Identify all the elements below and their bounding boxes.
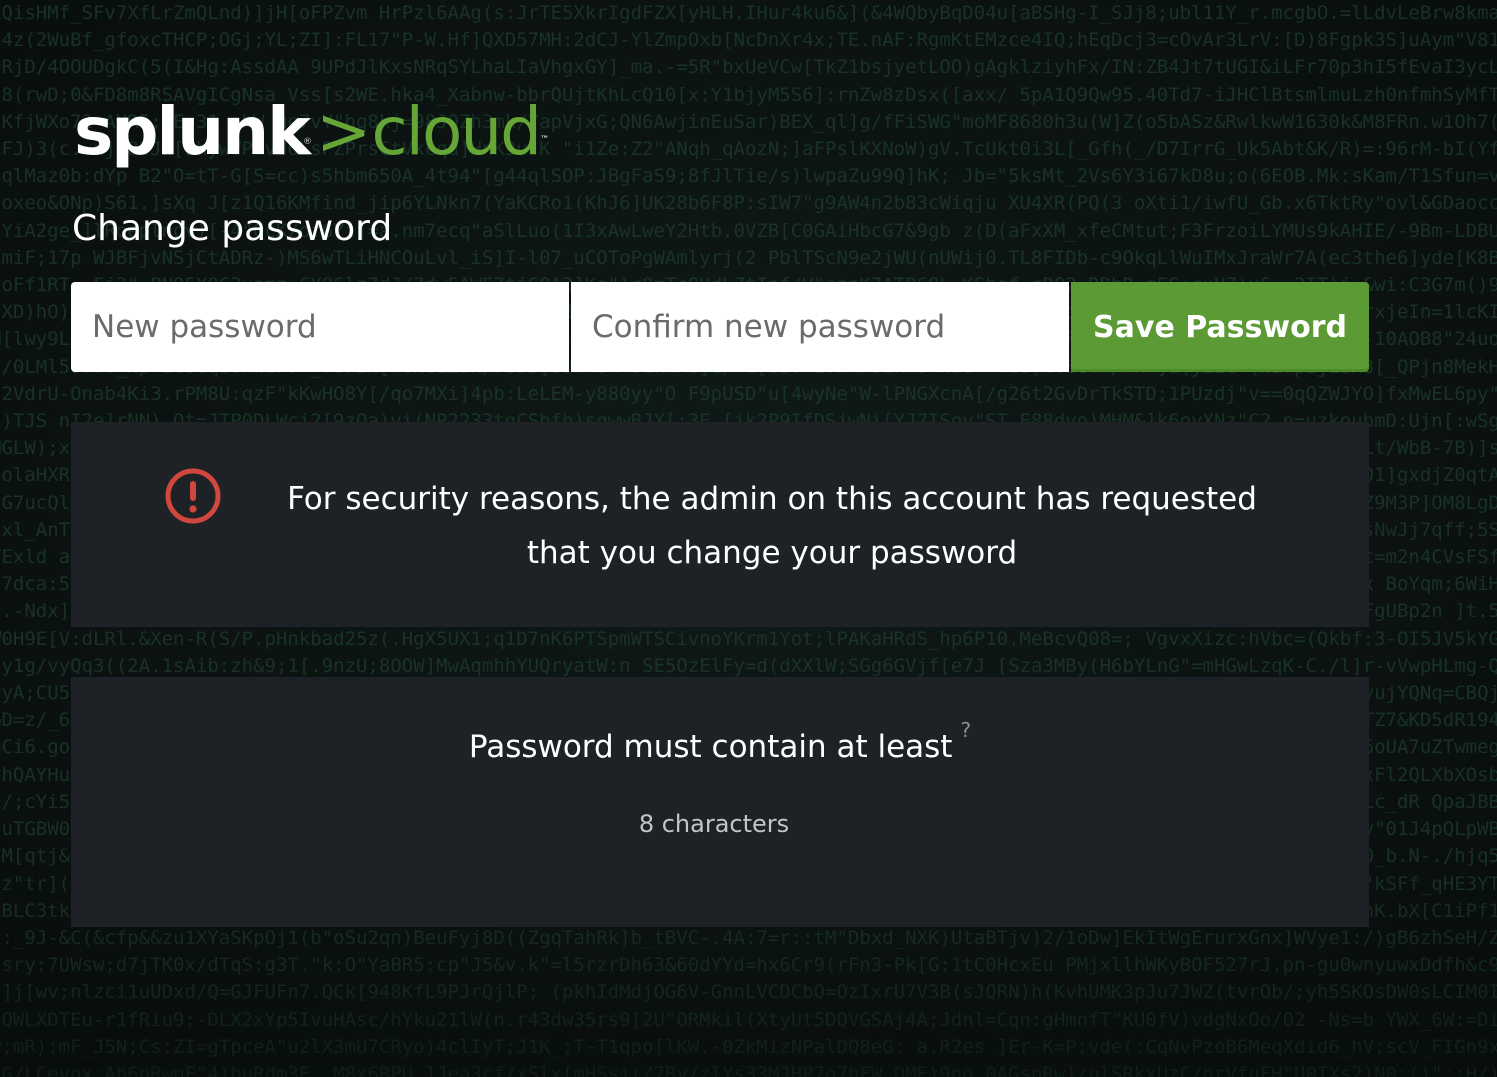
logo-registered-mark: ® bbox=[303, 137, 313, 147]
logo-product: cloud bbox=[371, 93, 542, 170]
logo-brand: splunk bbox=[74, 93, 311, 170]
exclamation-circle-icon bbox=[165, 468, 221, 524]
new-password-input[interactable] bbox=[71, 282, 569, 372]
change-password-form: Save Password bbox=[71, 282, 1369, 372]
security-alert-panel: For security reasons, the admin on this … bbox=[71, 422, 1369, 627]
save-password-button[interactable]: Save Password bbox=[1071, 282, 1369, 372]
confirm-password-input[interactable] bbox=[571, 282, 1069, 372]
splunk-cloud-logo: splunk®>cloud™ bbox=[74, 92, 549, 182]
page-title: Change password bbox=[72, 208, 393, 249]
requirement-item: 8 characters bbox=[638, 810, 790, 838]
password-requirements-panel: Password must contain at least? 8 charac… bbox=[71, 677, 1369, 927]
logo-chevron: > bbox=[316, 93, 371, 170]
requirements-title: Password must contain at least? bbox=[71, 718, 1369, 765]
logo-trademark-mark: ™ bbox=[540, 135, 550, 145]
security-alert-message: For security reasons, the admin on this … bbox=[287, 481, 1257, 571]
help-icon[interactable]: ? bbox=[960, 718, 971, 742]
requirements-title-text: Password must contain at least bbox=[468, 729, 953, 765]
